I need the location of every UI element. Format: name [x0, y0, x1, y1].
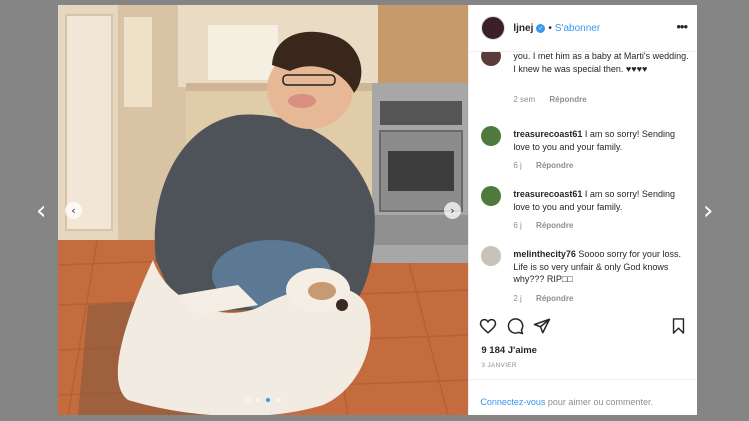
comment-avatar[interactable]: [481, 246, 502, 266]
comment-avatar[interactable]: [481, 186, 502, 206]
previous-post-arrow-icon[interactable]: ‹: [36, 198, 46, 224]
follow-button[interactable]: S'abonner: [555, 23, 600, 34]
comment-body: you. I met him as a baby at Marti's wedd…: [513, 52, 689, 74]
comment-username[interactable]: treasurecoast61: [513, 189, 582, 199]
carousel-dot: [245, 398, 250, 402]
login-suffix: pour aimer ou commenter.: [545, 397, 653, 407]
login-text: Connectez-vous pour aimer ou commenter.: [480, 397, 653, 407]
post-header: ljnej ✓ • S'abonner •••: [469, 5, 697, 52]
comment-text: you. I met him as a baby at Marti's wedd…: [513, 52, 693, 75]
carousel-dot: [276, 398, 281, 402]
comment-text: treasurecoast61 I am so sorry! Sending l…: [513, 188, 693, 213]
carousel-dot-active: [266, 398, 271, 402]
login-prompt: Connectez-vous pour aimer ou commenter.: [469, 379, 698, 416]
comments-list[interactable]: you. I met him as a baby at Marti's wedd…: [469, 52, 697, 311]
author-avatar[interactable]: [481, 16, 506, 40]
author-username[interactable]: ljnej: [513, 23, 533, 34]
comment-age: 6 j: [513, 221, 522, 230]
comment-avatar[interactable]: [481, 126, 502, 146]
comment-meta: 6 j Répondre: [513, 221, 573, 230]
carousel-indicator: [58, 389, 468, 407]
bookmark-icon[interactable]: [670, 317, 687, 335]
comment-username[interactable]: melinthecity76: [513, 249, 576, 259]
comment-avatar[interactable]: [481, 52, 502, 66]
photo-illustration: [58, 5, 469, 415]
speech-bubble-icon[interactable]: [506, 317, 524, 335]
post-photo[interactable]: ‹ ›: [58, 5, 469, 415]
post-side-panel: ljnej ✓ • S'abonner ••• you. I met him a…: [468, 5, 698, 416]
post-modal: ‹ › ljnej ✓ • S'abonner ••• you. I met h…: [58, 5, 698, 416]
reply-button[interactable]: Répondre: [549, 95, 586, 104]
comment-meta: 6 j Répondre: [513, 161, 573, 170]
comment-text: melinthecity76 Soooo sorry for your loss…: [513, 248, 693, 286]
photo-next-icon[interactable]: ›: [444, 202, 461, 219]
comment-text: treasurecoast61 I am so sorry! Sending l…: [513, 128, 693, 153]
post-date: 3 JANVIER: [481, 362, 517, 369]
reply-button[interactable]: Répondre: [536, 294, 573, 303]
comment-username[interactable]: treasurecoast61: [513, 129, 582, 139]
verified-badge-icon: ✓: [536, 23, 546, 33]
likes-count[interactable]: 9 184 J'aime: [481, 345, 537, 356]
reply-button[interactable]: Répondre: [536, 221, 573, 230]
more-options-icon[interactable]: •••: [676, 19, 688, 34]
comment-age: 2 j: [513, 294, 522, 303]
carousel-dot: [255, 398, 260, 402]
next-post-arrow-icon[interactable]: ›: [703, 198, 713, 224]
reply-button[interactable]: Répondre: [536, 161, 573, 170]
photo-previous-icon[interactable]: ‹: [65, 202, 82, 219]
comment-meta: 2 j Répondre: [513, 294, 573, 303]
header-separator: •: [548, 22, 552, 34]
action-bar: [479, 317, 689, 339]
comment-age: 2 sem: [513, 95, 536, 104]
comment-age: 6 j: [513, 161, 522, 170]
heart-outline-icon[interactable]: [479, 317, 497, 335]
login-link[interactable]: Connectez-vous: [480, 397, 545, 407]
comment-meta: 2 sem Répondre: [513, 95, 586, 104]
paper-plane-icon[interactable]: [533, 317, 551, 335]
